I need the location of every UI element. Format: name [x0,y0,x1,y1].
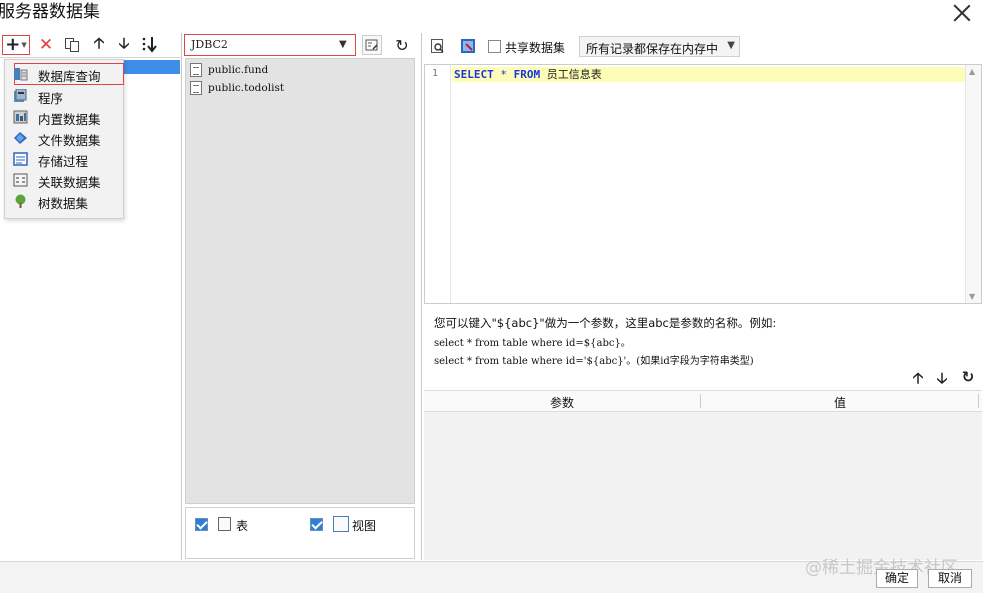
menu-item-label: 内置数据集 [38,112,101,127]
help-example: select * from table where id=${abc}。 [434,338,631,349]
copy-icon[interactable] [62,35,82,55]
chevron-up-icon[interactable]: ▲ [969,67,975,76]
sql-keyword: SELECT [454,68,494,81]
table-icon [218,517,231,531]
table-icon [190,62,202,77]
editor-scrollbar[interactable]: ▲ ▼ [965,65,981,303]
program-icon [13,88,28,103]
line-number: 1 [431,68,438,79]
param-toolbar: 🡡 🡣 ↻ [909,368,979,387]
param-table: 参数 值 [424,390,982,560]
ok-button[interactable]: 确定 [876,569,918,588]
column-divider[interactable] [700,394,701,408]
menu-item-file-dataset[interactable]: 文件数据集 [5,128,125,148]
arrow-up-icon[interactable]: 🡡 [909,368,927,387]
caret-down-icon: ▼ [21,41,27,49]
show-views-checkbox[interactable] [310,518,323,531]
add-dataset-button[interactable]: + ▼ [2,35,30,55]
delete-icon[interactable]: ✕ [36,35,56,55]
table-icon [190,80,202,95]
cancel-button[interactable]: 取消 [928,569,972,588]
menu-item-label: 文件数据集 [38,133,101,148]
connection-select[interactable]: JDBC2 ▼ [184,34,356,56]
sql-keyword: FROM [513,68,541,81]
table-list: public.fund public.todolist [185,58,415,504]
menu-item-relation-dataset[interactable]: 关联数据集 [5,170,125,190]
column-header-value: 值 [834,396,847,410]
help-line: 您可以键入"${abc}"做为一个参数，这里abc是参数的名称。例如: [434,316,777,330]
table-item-fund[interactable]: public.fund [190,61,268,78]
param-table-header: 参数 值 [424,391,982,412]
dataset-params-icon[interactable] [460,38,476,54]
relation-dataset-icon [13,173,28,187]
plus-icon: + [5,34,21,55]
memory-mode-select[interactable]: 所有记录都保存在内存中 ▼ [579,36,740,57]
arrow-down-icon[interactable]: 🡣 [933,368,951,387]
param-help: 您可以键入"${abc}"做为一个参数，这里abc是参数的名称。例如: sele… [434,315,974,367]
chevron-down-icon: ▼ [339,39,347,50]
menu-item-builtin-dataset[interactable]: 内置数据集 [5,107,125,127]
share-dataset-label: 共享数据集 [505,41,566,55]
line-gutter: 1 [425,65,451,303]
share-dataset-checkbox[interactable] [488,40,501,53]
sql-table-name: 员工信息表 [546,68,602,81]
query-toolbar: 共享数据集 所有记录都保存在内存中 ▼ [422,33,983,60]
preview-icon[interactable] [430,38,446,54]
window-title: 服务器数据集 [0,2,100,22]
edit-connection-icon[interactable] [362,35,382,55]
menu-item-program[interactable]: 程序 [5,86,125,106]
memory-mode-value: 所有记录都保存在内存中 [586,42,719,56]
close-icon[interactable] [951,2,973,24]
refresh-icon[interactable]: ↻ [959,368,977,386]
arrow-down-icon[interactable]: 🡣 [114,34,134,55]
column-header-param: 参数 [550,396,575,410]
chevron-down-icon[interactable]: ▼ [969,292,975,301]
column-divider[interactable] [978,394,979,408]
menu-item-label: 关联数据集 [38,175,101,190]
dataset-toolbar: + ▼ ✕ 🡡 🡣 [0,33,182,58]
table-name: public.todolist [208,81,285,94]
menu-item-label: 树数据集 [38,196,89,211]
table-name: public.fund [208,63,269,76]
db-query-icon [13,67,28,81]
menu-item-stored-procedure[interactable]: 存储过程 [5,149,125,169]
refresh-icon[interactable]: ↻ [392,35,412,55]
title-bar: 服务器数据集 [0,0,983,32]
table-filter-bar: 表 视图 [185,507,415,559]
sort-icon[interactable] [140,35,160,55]
menu-item-label: 数据库查询 [38,69,101,84]
menu-item-tree-dataset[interactable]: 树数据集 [5,191,125,211]
table-item-todolist[interactable]: public.todolist [190,79,284,96]
chevron-down-icon: ▼ [727,40,735,51]
arrow-up-icon[interactable]: 🡡 [89,34,109,55]
connection-value: JDBC2 [191,38,228,51]
view-icon [333,516,349,532]
sql-code-line[interactable]: SELECT * FROM 员工信息表 [452,67,966,82]
show-tables-label: 表 [236,519,249,533]
show-tables-checkbox[interactable] [195,518,208,531]
dialog-footer: @稀土掘金技术社区 确定 取消 [0,558,983,593]
add-dataset-menu: 数据库查询 程序 内置数据集 文件数据集 存储过程 关联数据集 树数据集 [4,59,124,219]
file-dataset-icon [13,131,28,145]
menu-item-label: 程序 [38,91,64,106]
sql-star: * [500,68,507,81]
stored-procedure-icon [13,152,28,166]
sql-editor[interactable]: 1 SELECT * FROM 员工信息表 ▲ ▼ [424,64,982,304]
menu-item-label: 存储过程 [38,154,89,169]
show-views-label: 视图 [352,519,377,533]
tree-dataset-icon [13,194,28,208]
builtin-dataset-icon [13,110,28,124]
query-editor-panel: 共享数据集 所有记录都保存在内存中 ▼ 1 SELECT * FROM 员工信息… [421,33,983,560]
connection-panel: JDBC2 ▼ ↻ public.fund public.todolist 表 … [184,33,416,560]
menu-item-db-query[interactable]: 数据库查询 [13,63,124,85]
help-example: select * from table where id='${abc}'。(如… [434,356,754,367]
